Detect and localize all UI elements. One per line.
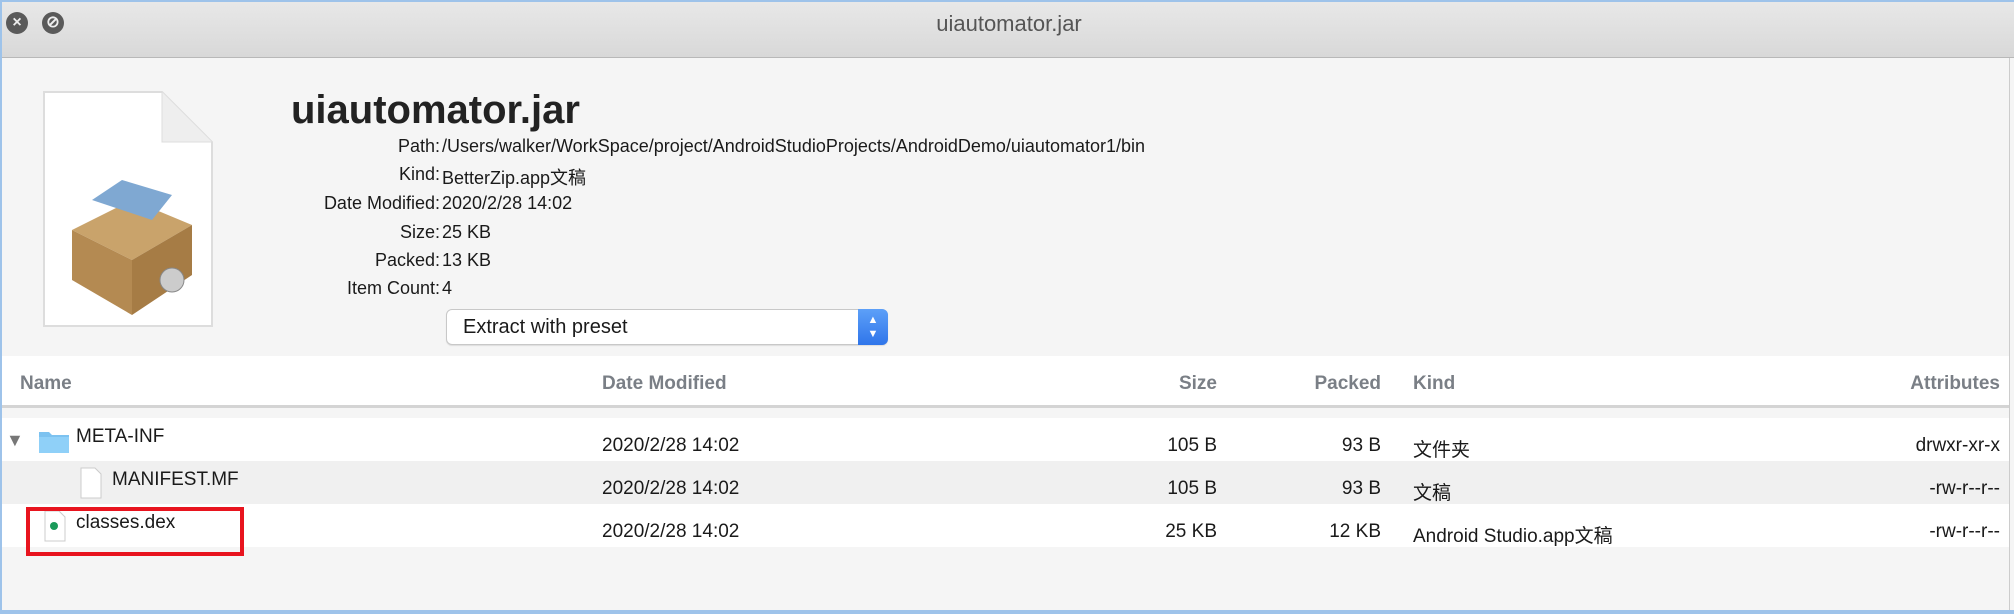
col-date-modified[interactable]: Date Modified: [602, 373, 727, 395]
document-icon: [80, 467, 102, 499]
row-packed: 12 KB: [1329, 521, 1381, 542]
col-kind[interactable]: Kind: [1413, 373, 1455, 395]
row-kind: 文件夹: [1413, 440, 1471, 461]
row-size: 105 B: [1167, 478, 1217, 499]
file-table: Name Date Modified Size Packed Kind Attr…: [2, 356, 2010, 547]
table-header: Name Date Modified Size Packed Kind Attr…: [2, 356, 2010, 408]
extract-preset-select[interactable]: Extract with preset ▲ ▼: [446, 309, 888, 345]
date-value: 2020/2/28 14:02: [442, 193, 573, 213]
extract-preset-label: Extract with preset: [463, 316, 628, 338]
col-size[interactable]: Size: [1179, 373, 1217, 395]
row-kind: 文稿: [1413, 483, 1452, 504]
row-attributes: -rw-r--r--: [1929, 478, 2000, 499]
row-name: MANIFEST.MF: [112, 469, 239, 490]
date-label: Date Modified:: [323, 193, 440, 213]
row-date: 2020/2/28 14:02: [602, 478, 740, 499]
scrollbar[interactable]: [2009, 58, 2010, 610]
table-row[interactable]: ▼ META-INF 2020/2/28 14:02 105 B 93 B 文件…: [2, 418, 2010, 461]
chevron-up-down-icon: ▲ ▼: [858, 309, 888, 345]
table-row[interactable]: classes.dex 2020/2/28 14:02 25 KB 12 KB …: [2, 504, 2010, 547]
row-packed: 93 B: [1341, 478, 1381, 499]
table-row[interactable]: MANIFEST.MF 2020/2/28 14:02 105 B 93 B 文…: [2, 461, 2010, 504]
item-count-value: 4: [442, 278, 453, 298]
row-size: 105 B: [1167, 435, 1217, 456]
row-date: 2020/2/28 14:02: [602, 435, 740, 456]
size-value: 25 KB: [442, 222, 492, 242]
item-count-label: Item Count:: [346, 278, 440, 298]
col-attributes[interactable]: Attributes: [1910, 373, 2000, 395]
col-packed[interactable]: Packed: [1314, 373, 1381, 395]
highlight-annotation-box: [26, 507, 244, 556]
row-kind: Android Studio.app文稿: [1413, 526, 1613, 547]
row-size: 25 KB: [1165, 521, 1217, 542]
col-name[interactable]: Name: [20, 373, 72, 395]
disclosure-triangle-icon[interactable]: ▼: [6, 430, 24, 451]
folder-icon: [39, 432, 69, 453]
row-date: 2020/2/28 14:02: [602, 521, 740, 542]
kind-value: BetterZip.app文稿: [442, 168, 587, 188]
archive-name: uiautomator.jar: [291, 88, 580, 132]
row-attributes: drwxr-xr-x: [1915, 435, 2000, 456]
row-name: META-INF: [76, 426, 165, 447]
size-label: Size:: [399, 222, 440, 242]
row-packed: 93 B: [1341, 435, 1381, 456]
path-value: /Users/walker/WorkSpace/project/AndroidS…: [442, 136, 1146, 156]
packed-label: Packed:: [374, 250, 440, 270]
path-label: Path:: [397, 136, 440, 156]
window-title: uiautomator.jar: [936, 11, 1082, 36]
kind-label: Kind:: [398, 164, 440, 184]
packed-value: 13 KB: [442, 250, 492, 270]
title-bar: × ⊘ uiautomator.jar: [2, 0, 2014, 58]
row-attributes: -rw-r--r--: [1929, 521, 2000, 542]
